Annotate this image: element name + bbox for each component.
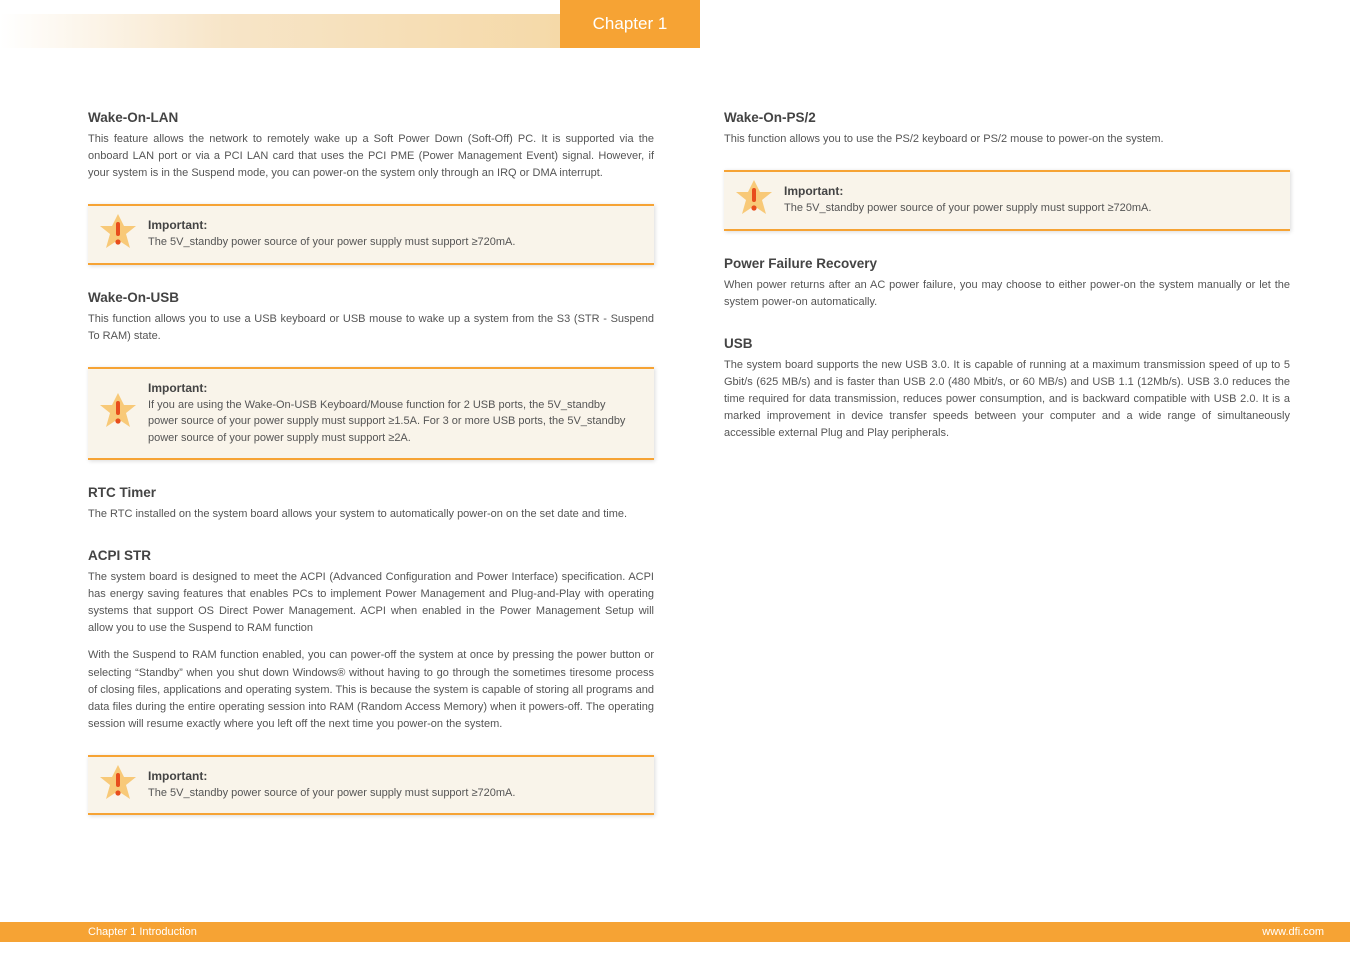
note-label: Important:	[784, 184, 1274, 198]
important-icon	[96, 212, 140, 256]
body-acpi-2: With the Suspend to RAM function enabled…	[88, 647, 654, 732]
important-icon	[96, 763, 140, 807]
note-text: The 5V_standby power source of your powe…	[148, 785, 638, 802]
note-box-usb: Important: If you are using the Wake-On-…	[88, 367, 654, 461]
body-rtc: The RTC installed on the system board al…	[88, 506, 654, 523]
section-title-power-failure: Power Failure Recovery	[724, 256, 1290, 271]
body-usb3: The system board supports the new USB 3.…	[724, 357, 1290, 442]
body-wake-on-lan: This feature allows the network to remot…	[88, 131, 654, 182]
section-title-acpi: ACPI STR	[88, 548, 654, 563]
header-gradient-band	[0, 14, 560, 48]
body-wake-on-usb: This function allows you to use a USB ke…	[88, 311, 654, 345]
note-text: If you are using the Wake-On-USB Keyboar…	[148, 397, 638, 447]
left-column: Wake-On-LAN This feature allows the netw…	[88, 110, 654, 884]
note-box-ps2: Important: The 5V_standby power source o…	[724, 170, 1290, 231]
note-label: Important:	[148, 218, 638, 232]
section-title-rtc: RTC Timer	[88, 485, 654, 500]
important-icon	[96, 391, 140, 435]
page-content: Wake-On-LAN This feature allows the netw…	[88, 110, 1290, 884]
note-box-wol: Important: The 5V_standby power source o…	[88, 204, 654, 265]
section-title-wake-on-lan: Wake-On-LAN	[88, 110, 654, 125]
body-wake-on-ps2: This function allows you to use the PS/2…	[724, 131, 1290, 148]
section-title-wake-on-ps2: Wake-On-PS/2	[724, 110, 1290, 125]
section-title-usb3: USB	[724, 336, 1290, 351]
note-label: Important:	[148, 769, 638, 783]
footer-left: Chapter 1 Introduction	[88, 926, 197, 938]
page-footer: Chapter 1 Introduction www.dfi.com	[0, 922, 1350, 942]
note-label: Important:	[148, 381, 638, 395]
footer-right: www.dfi.com	[1262, 926, 1324, 938]
chapter-tab: Chapter 1	[560, 0, 700, 48]
note-text: The 5V_standby power source of your powe…	[148, 234, 638, 251]
body-acpi-1: The system board is designed to meet the…	[88, 569, 654, 637]
important-icon	[732, 178, 776, 222]
note-text: The 5V_standby power source of your powe…	[784, 200, 1274, 217]
section-title-wake-on-usb: Wake-On-USB	[88, 290, 654, 305]
note-box-acpi: Important: The 5V_standby power source o…	[88, 755, 654, 816]
body-power-failure: When power returns after an AC power fai…	[724, 277, 1290, 311]
right-column: Wake-On-PS/2 This function allows you to…	[724, 110, 1290, 884]
